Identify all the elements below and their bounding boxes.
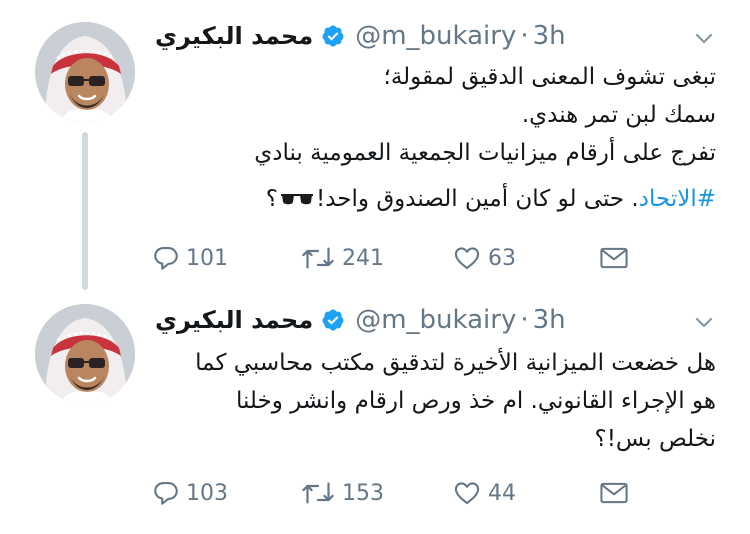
- author-handle[interactable]: @m_bukairy: [355, 21, 516, 51]
- chevron-down-icon[interactable]: [692, 310, 716, 334]
- like-count: 63: [488, 245, 516, 271]
- retweet-button[interactable]: 153: [300, 477, 384, 509]
- thread-connector-line: [82, 132, 88, 290]
- tweet-text-line: تفرج على أرقام ميزانيات الجمعية العمومية…: [254, 140, 716, 166]
- avatar-image: [35, 304, 135, 404]
- tweet-text-fragment: . حتى لو كان أمين الصندوق واحد!: [316, 186, 639, 212]
- author-name[interactable]: محمد البكيري: [155, 22, 313, 50]
- avatar[interactable]: [35, 22, 135, 122]
- retweet-button[interactable]: 241: [300, 242, 384, 274]
- like-button[interactable]: 44: [452, 477, 516, 509]
- envelope-icon: [598, 244, 630, 272]
- tweet-header: محمد البكيري @m_bukairy · 3h: [155, 18, 705, 54]
- heart-icon: [452, 244, 482, 272]
- direct-message-button[interactable]: [598, 477, 630, 509]
- avatar-image: [35, 22, 135, 122]
- separator-dot: ·: [520, 305, 529, 335]
- reply-button[interactable]: 101: [152, 242, 228, 274]
- tweet-text-line: سمك لبن تمر هندي.: [521, 102, 716, 128]
- retweet-count: 241: [342, 245, 384, 271]
- avatar[interactable]: [35, 304, 135, 404]
- tweet-text: هل خضعت الميزانية الأخيرة لتدقيق مكتب مح…: [148, 344, 716, 458]
- reply-count: 103: [186, 480, 228, 506]
- tweet-text-line: هو الإجراء القانوني. ام خذ ورص ارقام وان…: [235, 388, 716, 414]
- direct-message-button[interactable]: [598, 242, 630, 274]
- reply-icon: [152, 244, 180, 272]
- tweet-header: محمد البكيري @m_bukairy · 3h: [155, 302, 705, 338]
- tweet-1[interactable]: محمد البكيري @m_bukairy · 3h تبغى تشوف ا…: [0, 0, 750, 290]
- author-name[interactable]: محمد البكيري: [155, 306, 313, 334]
- heart-icon: [452, 479, 482, 507]
- retweet-icon: [300, 479, 336, 507]
- chevron-down-icon[interactable]: [692, 26, 716, 50]
- envelope-icon: [598, 479, 630, 507]
- author-handle[interactable]: @m_bukairy: [355, 305, 516, 335]
- tweet-time[interactable]: 3h: [533, 305, 566, 335]
- reply-icon: [152, 479, 180, 507]
- tweet-text-fragment: ؟: [265, 186, 278, 212]
- sunglasses-emoji-icon: [280, 192, 314, 208]
- reply-button[interactable]: 103: [152, 477, 228, 509]
- retweet-icon: [300, 244, 336, 272]
- separator-dot: ·: [520, 21, 529, 51]
- verified-badge-icon: [321, 24, 345, 48]
- verified-badge-icon: [321, 308, 345, 332]
- tweet-2[interactable]: محمد البكيري @m_bukairy · 3h هل خضعت الم…: [0, 290, 750, 534]
- retweet-count: 153: [342, 480, 384, 506]
- tweet-text-line: تبغى تشوف المعنى الدقيق لمقولة؛: [383, 64, 716, 90]
- reply-count: 101: [186, 245, 228, 271]
- tweet-text-line: هل خضعت الميزانية الأخيرة لتدقيق مكتب مح…: [195, 350, 716, 376]
- like-button[interactable]: 63: [452, 242, 516, 274]
- tweet-time[interactable]: 3h: [533, 21, 566, 51]
- like-count: 44: [488, 480, 516, 506]
- tweet-actions: 103 153 44: [152, 477, 642, 509]
- tweet-text-line: نخلص بس!؟: [594, 426, 716, 452]
- tweet-text-line: #الاتحاد. حتى لو كان أمين الصندوق واحد! ؟: [148, 180, 716, 218]
- tweet-actions: 101 241 63: [152, 242, 642, 274]
- tweet-text: تبغى تشوف المعنى الدقيق لمقولة؛ سمك لبن …: [148, 58, 716, 218]
- hashtag-link[interactable]: #الاتحاد: [639, 186, 716, 212]
